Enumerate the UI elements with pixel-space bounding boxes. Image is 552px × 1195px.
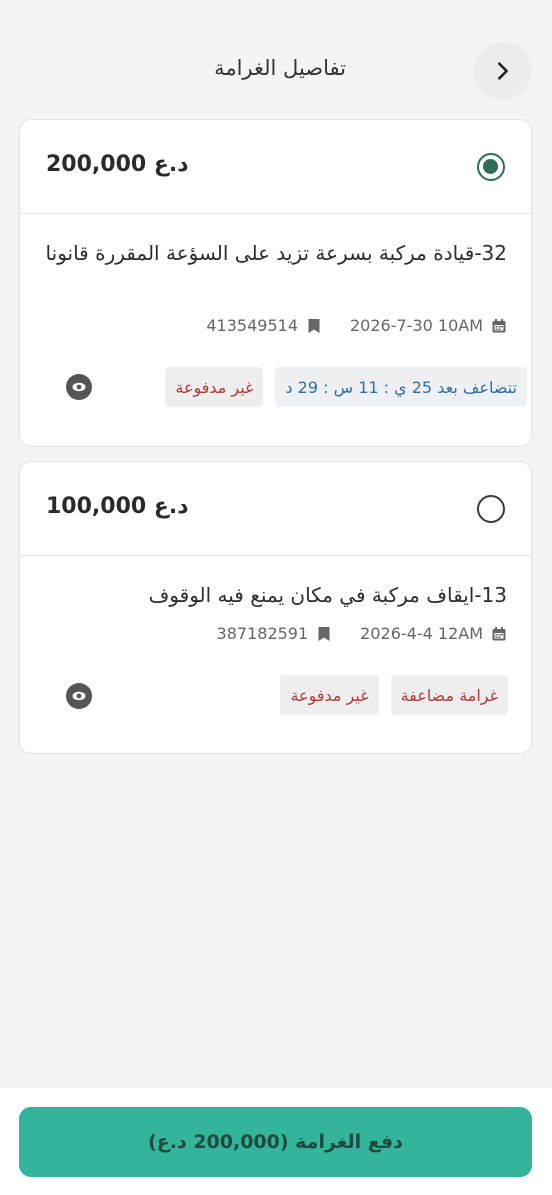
view-details-button[interactable] [66, 683, 92, 709]
fine-description: 13-ايقاف مركبة في مكان يمنع فيه الوقوف [148, 583, 507, 607]
eye-icon [72, 382, 86, 392]
calendar-icon [492, 626, 506, 640]
fine-meta: 2026-7-30 10AM 413549514 [206, 316, 507, 335]
fine-amount: 200,000 د.ع [46, 152, 189, 177]
fine-date: 2026-7-30 10AM [350, 316, 483, 335]
receipt-number: 413549514 [206, 316, 298, 335]
fine-badges: غير مدفوعة غرامة مضاعفة [280, 675, 508, 715]
receipt-icon [318, 626, 330, 641]
view-details-button[interactable] [66, 374, 92, 400]
header: تفاصيل الغرامة [0, 0, 552, 110]
chevron-right-icon [498, 62, 508, 80]
fine-card[interactable]: 100,000 د.ع 13-ايقاف مركبة في مكان يمنع … [19, 461, 532, 754]
receipt-icon [308, 318, 320, 333]
calendar-icon [492, 318, 506, 332]
back-button[interactable] [474, 42, 532, 100]
eye-icon [72, 691, 86, 701]
receipt-number: 387182591 [216, 624, 309, 643]
status-badge: غير مدفوعة [280, 675, 379, 715]
countdown-badge: تتضاعف بعد 25 ي : 11 س : 29 د [275, 367, 527, 407]
fine-date: 2026-4-4 12AM [360, 624, 483, 643]
fine-meta: 2026-4-4 12AM 387182591 [217, 624, 507, 643]
fine-badges: غير مدفوعة تتضاعف بعد 25 ي : 11 س : 29 د [165, 367, 527, 407]
pay-fine-button[interactable]: دفع الغرامة (200,000 د.ع) [19, 1107, 532, 1177]
fine-card-header: 100,000 د.ع [20, 462, 531, 556]
fine-card[interactable]: 200,000 د.ع 32-قيادة مركبة بسرعة تزيد عل… [19, 119, 532, 447]
fine-amount: 100,000 د.ع [46, 494, 189, 519]
page-title: تفاصيل الغرامة [214, 56, 346, 80]
fine-description: 32-قيادة مركبة بسرعة تزيد على السؤعة الم… [45, 241, 507, 265]
fine-select-radio[interactable] [477, 153, 505, 181]
doubled-fine-badge: غرامة مضاعفة [390, 675, 508, 715]
status-badge: غير مدفوعة [165, 367, 264, 407]
fine-card-header: 200,000 د.ع [20, 120, 531, 214]
bottom-bar: دفع الغرامة (200,000 د.ع) [0, 1088, 552, 1195]
fine-select-radio[interactable] [477, 495, 505, 523]
